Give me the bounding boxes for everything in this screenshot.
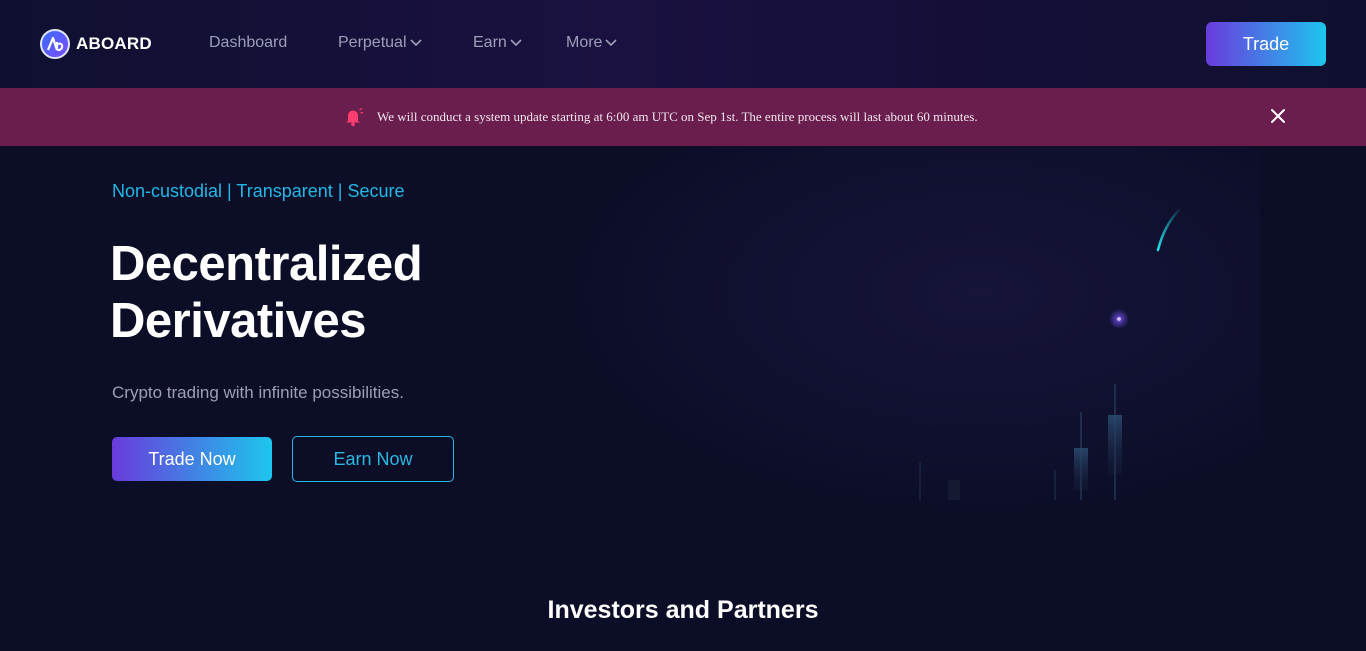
nav-dashboard-label: Dashboard xyxy=(209,34,288,51)
nav-dashboard[interactable]: Dashboard xyxy=(209,34,287,52)
chevron-down-icon xyxy=(409,39,422,47)
hero-headline: Decentralized Derivatives xyxy=(110,236,423,350)
hero-tagline: Non-custodial | Transparent | Secure xyxy=(112,181,405,201)
nav-more[interactable]: More xyxy=(566,34,618,52)
candlestick-decoration xyxy=(919,384,1122,500)
glow-dot-core xyxy=(1117,317,1121,321)
hero-subtitle: Crypto trading with infinite possibiliti… xyxy=(112,383,404,402)
logo-icon xyxy=(40,29,70,59)
hero-headline-line2: Derivatives xyxy=(110,294,367,348)
top-navigation: ABOARD Dashboard Perpetual Earn More Tra… xyxy=(0,0,1366,88)
brand-name: ABOARD xyxy=(76,34,152,53)
banner-text: We will conduct a system update starting… xyxy=(377,109,978,124)
partners-section-title: Investors and Partners xyxy=(547,596,819,624)
banner-message: We will conduct a system update starting… xyxy=(344,107,978,127)
notice-banner: We will conduct a system update starting… xyxy=(0,88,1366,146)
trade-button[interactable]: Trade xyxy=(1206,22,1326,66)
chevron-down-icon xyxy=(510,39,522,47)
nav-earn[interactable]: Earn xyxy=(473,34,522,52)
nav-earn-label: Earn xyxy=(473,34,507,51)
close-icon[interactable] xyxy=(1268,106,1288,126)
shooting-star xyxy=(1156,208,1181,252)
nav-perpetual[interactable]: Perpetual xyxy=(338,34,422,52)
nav-perpetual-label: Perpetual xyxy=(338,34,407,51)
trade-now-button[interactable]: Trade Now xyxy=(112,437,272,481)
nav-more-label: More xyxy=(566,34,603,51)
chevron-down-icon xyxy=(605,39,618,47)
hero-illustration xyxy=(919,208,1181,500)
hero-headline-line1: Decentralized xyxy=(110,237,423,291)
brand-logo[interactable]: ABOARD xyxy=(40,29,152,59)
bell-icon xyxy=(346,107,364,127)
earn-now-button[interactable]: Earn Now xyxy=(292,436,454,482)
